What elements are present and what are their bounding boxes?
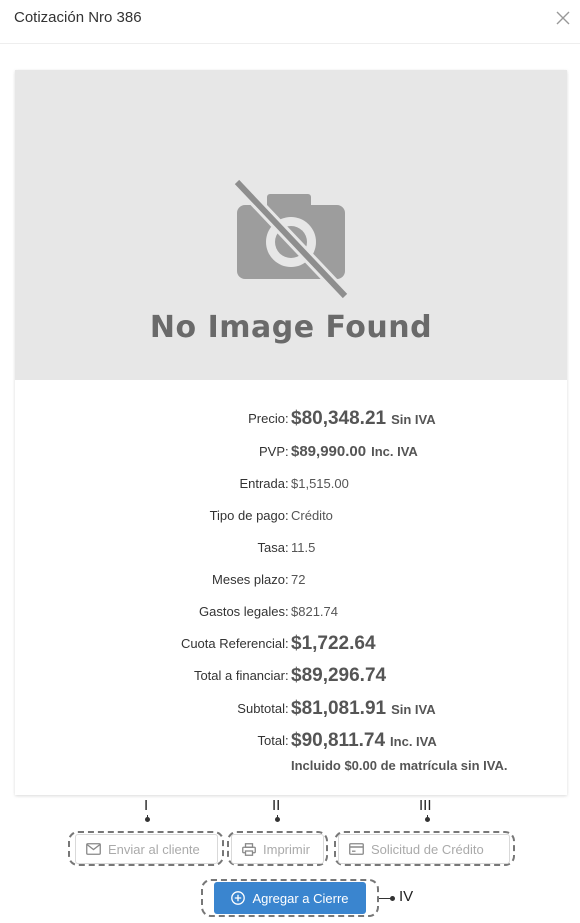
detail-value: $89,296.74	[291, 665, 387, 686]
detail-label: Gastos legales	[199, 604, 285, 619]
detail-row-tasa: Tasa : 11.5	[15, 536, 567, 560]
marker-ii: II	[272, 797, 281, 814]
marker-dot	[145, 817, 150, 822]
detail-row-entrada: Entrada : $1,515.00	[15, 472, 567, 496]
detail-value: $80,348.21 Sin IVA	[291, 408, 436, 429]
detail-value: 72	[291, 572, 306, 587]
detail-colon: :	[285, 411, 289, 426]
detail-label: Total	[257, 733, 285, 748]
close-icon	[556, 11, 570, 25]
credit-request-button[interactable]: Solicitud de Crédito	[338, 834, 510, 864]
credit-card-icon	[349, 843, 364, 855]
send-to-client-label: Enviar al cliente	[108, 841, 200, 857]
detail-row-total: Total : $90,811.74 Inc. IVA	[15, 729, 567, 753]
detail-label: Meses plazo	[212, 572, 285, 587]
detail-value: $89,990.00 Inc. IVA	[291, 443, 418, 460]
detail-colon: :	[285, 733, 289, 748]
add-to-close-label: Agregar a Cierre	[252, 890, 349, 906]
modal-header: Cotización Nro 386	[0, 0, 580, 44]
detail-value: $90,811.74 Inc. IVA	[291, 730, 437, 751]
detail-row-gastos-legales: Gastos legales : $821.74	[15, 600, 567, 624]
detail-label: Entrada	[239, 476, 285, 491]
marker-dot	[425, 817, 430, 822]
detail-value: $1,722.64	[291, 633, 376, 654]
detail-row-subtotal: Subtotal : $81,081.91 Sin IVA	[15, 697, 567, 721]
detail-label: Tipo de pago	[209, 508, 285, 523]
detail-colon: :	[285, 444, 289, 459]
detail-row-total-financiar: Total a financiar : $89,296.74	[15, 664, 567, 688]
detail-value: 11.5	[291, 540, 316, 555]
marker-dot	[275, 817, 280, 822]
camera-off-icon	[232, 177, 350, 301]
detail-row-tipo-pago: Tipo de pago : Crédito	[15, 504, 567, 528]
detail-label: Cuota Referencial	[180, 636, 285, 651]
detail-colon: :	[285, 540, 289, 555]
detail-colon: :	[285, 476, 289, 491]
credit-request-label: Solicitud de Crédito	[371, 841, 484, 857]
detail-value: $1,515.00	[291, 476, 349, 491]
marker-dot	[390, 896, 395, 901]
detail-label: Subtotal	[237, 701, 285, 716]
plus-circle-icon	[231, 891, 246, 905]
detail-label: PVP	[258, 444, 285, 459]
detail-value: $81,081.91 Sin IVA	[291, 698, 436, 719]
modal-title: Cotización Nro 386	[14, 9, 142, 26]
detail-colon: :	[285, 508, 289, 523]
marker-i: I	[144, 797, 149, 814]
add-to-close-button[interactable]: Agregar a Cierre	[214, 882, 366, 914]
image-placeholder: No Image Found	[15, 70, 567, 380]
mail-icon	[86, 843, 101, 855]
detail-colon: :	[285, 636, 289, 651]
print-button[interactable]: Imprimir	[231, 834, 324, 864]
detail-colon: :	[285, 668, 289, 683]
print-label: Imprimir	[263, 841, 310, 857]
detail-value: Crédito	[291, 508, 333, 523]
detail-label: Total a financiar	[193, 668, 285, 683]
no-image-text: No Image Found	[149, 310, 433, 345]
quote-card: No Image Found Precio : $80,348.21 Sin IV…	[15, 70, 567, 795]
detail-row-meses-plazo: Meses plazo : 72	[15, 568, 567, 592]
printer-icon	[242, 842, 256, 856]
marker-iii: III	[419, 797, 432, 814]
detail-colon: :	[285, 604, 289, 619]
detail-label: Precio	[248, 411, 285, 426]
detail-value: $821.74	[291, 604, 338, 619]
detail-label: Tasa	[257, 540, 285, 555]
close-button[interactable]	[553, 8, 573, 28]
detail-colon: :	[285, 572, 289, 587]
detail-row-pvp: PVP : $89,990.00 Inc. IVA	[15, 440, 567, 464]
send-to-client-button[interactable]: Enviar al cliente	[75, 834, 218, 864]
detail-colon: :	[285, 701, 289, 716]
detail-row-cuota: Cuota Referencial : $1,722.64	[15, 632, 567, 656]
marker-iv: IV	[399, 888, 414, 905]
detail-row-precio: Precio : $80,348.21 Sin IVA	[15, 407, 567, 431]
matricula-note: Incluido $0.00 de matrícula sin IVA.	[291, 758, 508, 773]
